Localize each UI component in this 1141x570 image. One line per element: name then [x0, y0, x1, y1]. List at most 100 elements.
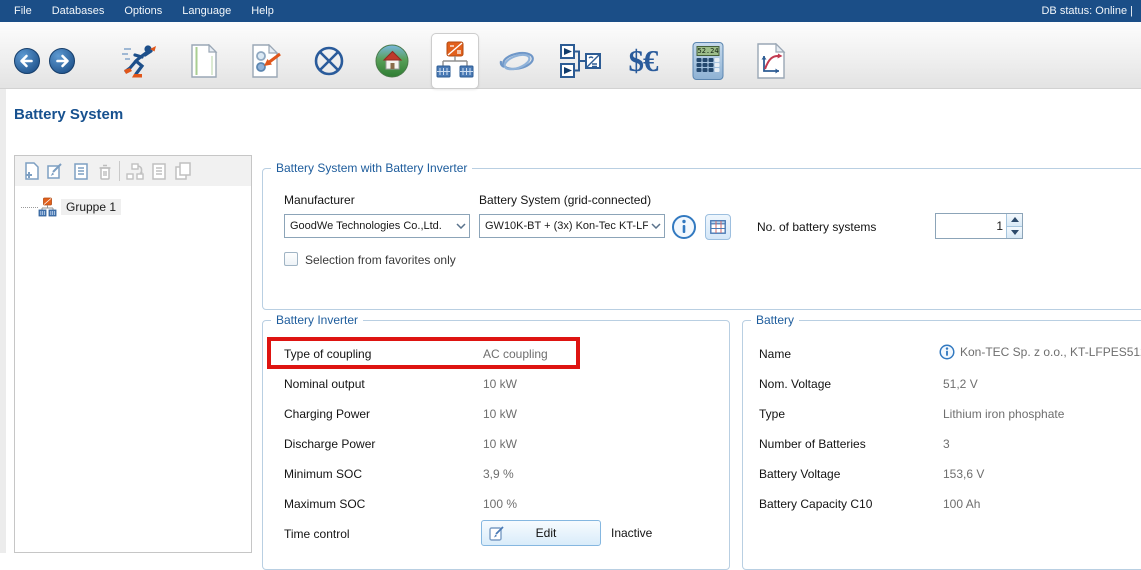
copy-group-icon[interactable] — [71, 161, 91, 181]
battery-group-title: Battery — [751, 313, 799, 327]
num-systems-label: No. of battery systems — [757, 220, 876, 234]
close-project-button[interactable] — [312, 44, 346, 78]
number-of-batteries-value: 3 — [943, 437, 950, 451]
cable-coil-icon — [498, 46, 538, 76]
triangle-down-icon — [1011, 230, 1019, 235]
type-of-coupling-label: Type of coupling — [284, 347, 371, 361]
system-info-button[interactable] — [671, 214, 697, 240]
modules-inverter-icon — [560, 44, 602, 78]
tree-item-label[interactable]: Gruppe 1 — [61, 199, 121, 215]
manufacturer-selected-value: GoodWe Technologies Co.,Ltd. — [290, 220, 453, 232]
new-document-icon — [190, 44, 218, 78]
edit-button-label: Edit — [506, 526, 586, 540]
discharge-power-label: Discharge Power — [284, 437, 375, 451]
time-control-label: Time control — [284, 527, 350, 541]
stepper-down-button[interactable] — [1007, 226, 1022, 239]
nominal-output-value: 10 kW — [483, 377, 517, 391]
add-group-icon[interactable] — [21, 161, 41, 181]
duplicate-pages-icon[interactable] — [173, 161, 193, 181]
quick-design-button[interactable] — [122, 41, 158, 81]
curve-document-icon — [756, 43, 786, 79]
menu-language[interactable]: Language — [172, 5, 241, 17]
system-group-title: Battery System with Battery Inverter — [271, 161, 472, 175]
results-report-button[interactable] — [756, 43, 786, 79]
inverter-groupbox: Battery Inverter Type of coupling AC cou… — [262, 320, 730, 570]
financial-analysis-button[interactable]: $€ — [629, 43, 658, 79]
time-control-edit-button[interactable]: Edit — [481, 520, 601, 546]
triangle-up-icon — [1011, 217, 1019, 222]
battery-group-icon — [38, 197, 57, 217]
db-status-text: DB status: Online | — [1041, 5, 1141, 17]
info-icon — [671, 214, 697, 240]
tree-toolbar — [15, 156, 251, 186]
calculator-display: 52.24 — [697, 46, 720, 56]
tree-item-gruppe-1[interactable]: Gruppe 1 — [15, 196, 121, 218]
nom-voltage-label: Nom. Voltage — [759, 377, 831, 391]
discharge-power-value: 10 kW — [483, 437, 517, 451]
calculator-keys — [697, 58, 720, 72]
cables-button[interactable] — [498, 46, 538, 76]
menu-help[interactable]: Help — [241, 5, 284, 17]
inverter-group-title: Battery Inverter — [271, 313, 363, 327]
manufacturer-select[interactable]: GoodWe Technologies Co.,Ltd. — [284, 214, 470, 238]
paste-group-icon[interactable] — [149, 161, 169, 181]
stepper-up-button[interactable] — [1007, 214, 1022, 226]
manufacturer-label: Manufacturer — [284, 193, 355, 207]
window-left-edge — [0, 89, 6, 553]
nav-forward-button[interactable] — [49, 48, 76, 75]
nom-voltage-value: 51,2 V — [943, 377, 978, 391]
num-systems-value: 1 — [936, 214, 1006, 238]
system-table-button[interactable] — [705, 214, 731, 240]
nominal-output-label: Nominal output — [284, 377, 365, 391]
delete-group-icon[interactable] — [95, 161, 115, 181]
minimum-soc-label: Minimum SOC — [284, 467, 362, 481]
project-location-button[interactable] — [374, 43, 410, 79]
stepper-buttons — [1006, 214, 1022, 238]
battery-system-icon — [436, 40, 474, 82]
battery-voltage-value: 153,6 V — [943, 467, 984, 481]
battery-system-selected-value: GW10K-BT + (3x) Kon-Tec KT-LFF — [485, 220, 648, 232]
battery-type-value: Lithium iron phosphate — [943, 407, 1064, 421]
charging-power-label: Charging Power — [284, 407, 370, 421]
edit-pencil-icon — [489, 525, 506, 542]
maximum-soc-label: Maximum SOC — [284, 497, 365, 511]
toolbar-separator — [119, 161, 120, 181]
back-arrow-icon — [14, 48, 41, 75]
battery-system-label: Battery System (grid-connected) — [479, 193, 651, 207]
table-icon — [710, 220, 726, 234]
forward-arrow-icon — [49, 48, 76, 75]
page-title: Battery System — [14, 106, 123, 123]
group-tree-panel: Gruppe 1 — [14, 155, 252, 553]
system-configuration-button[interactable] — [560, 44, 602, 78]
battery-info-icon[interactable] — [939, 344, 955, 360]
battery-system-select[interactable]: GW10K-BT + (3x) Kon-Tec KT-LFF — [479, 214, 665, 238]
num-systems-stepper[interactable]: 1 — [935, 213, 1023, 239]
globe-house-icon — [374, 43, 410, 79]
time-control-status: Inactive — [611, 526, 652, 540]
favorites-checkbox[interactable] — [284, 252, 298, 266]
battery-capacity-value: 100 Ah — [943, 497, 980, 511]
type-of-coupling-value: AC coupling — [483, 347, 548, 361]
battery-name-value: Kon-TEC Sp. z o.o., KT-LFPES512100 — [960, 345, 1141, 359]
chevron-down-icon — [648, 223, 664, 229]
battery-system-screen: { "menubar": { "items": ["File", "Databa… — [0, 0, 1141, 553]
minimum-soc-value: 3,9 % — [483, 467, 514, 481]
edit-group-icon[interactable] — [45, 161, 65, 181]
menu-options[interactable]: Options — [114, 5, 172, 17]
system-groupbox: Battery System with Battery Inverter Man… — [262, 168, 1141, 310]
battery-system-button[interactable] — [431, 33, 479, 89]
move-group-icon[interactable] — [125, 161, 145, 181]
new-project-button[interactable] — [190, 44, 218, 78]
chevron-down-icon — [453, 223, 469, 229]
menu-file[interactable]: File — [0, 5, 42, 17]
nav-back-button[interactable] — [14, 48, 41, 75]
battery-voltage-label: Battery Voltage — [759, 467, 840, 481]
charging-power-value: 10 kW — [483, 407, 517, 421]
calculator-icon: 52.24 — [693, 42, 724, 80]
open-project-button[interactable] — [251, 44, 281, 78]
battery-type-label: Type — [759, 407, 785, 421]
favorites-checkbox-label: Selection from favorites only — [305, 253, 456, 267]
menu-databases[interactable]: Databases — [42, 5, 115, 17]
import-document-icon — [251, 44, 281, 78]
tariff-calculator-button[interactable]: 52.24 — [693, 42, 724, 80]
